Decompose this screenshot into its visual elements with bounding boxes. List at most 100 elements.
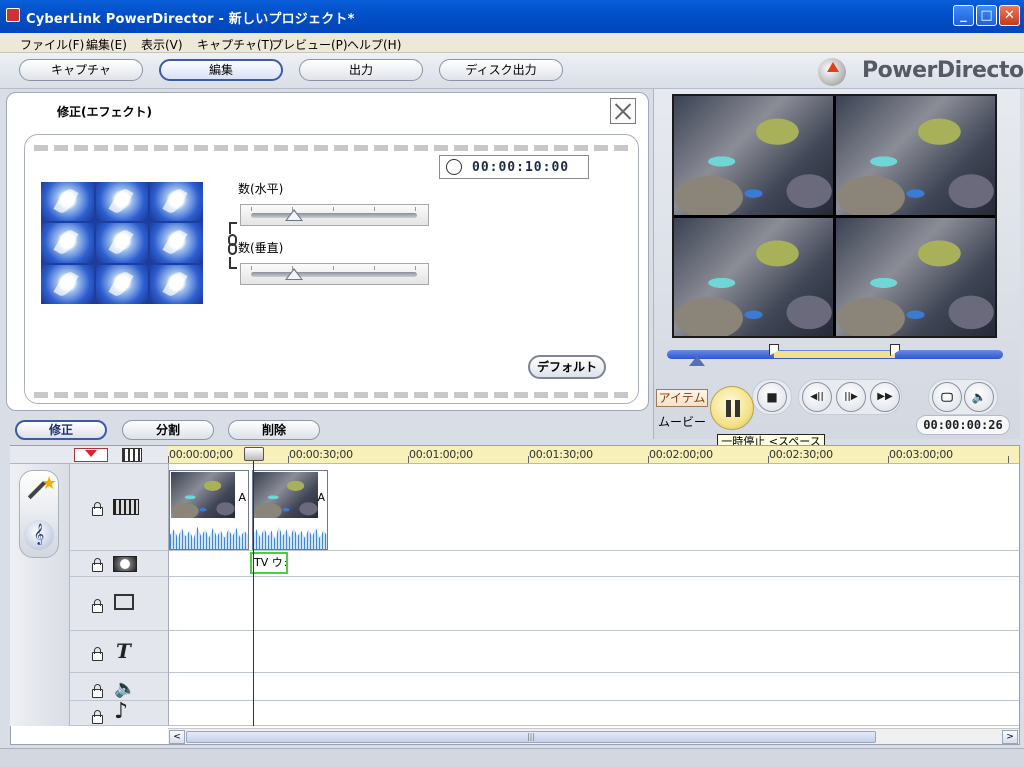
preview-frame bbox=[674, 96, 833, 215]
stop-button[interactable]: ■ bbox=[757, 382, 787, 412]
lock-icon[interactable] bbox=[92, 684, 103, 698]
menu-help[interactable]: ヘルプ(H) bbox=[347, 36, 401, 53]
playhead-handle[interactable] bbox=[244, 447, 264, 461]
fast-forward-button[interactable]: ▶▶ bbox=[870, 382, 900, 412]
minimize-button[interactable]: _ bbox=[953, 5, 974, 26]
divider bbox=[34, 392, 630, 398]
effect-panel-title: 修正(エフェクト) bbox=[57, 105, 152, 119]
chain-link-icon[interactable] bbox=[226, 228, 238, 264]
brand-logo-text: PowerDirector bbox=[862, 58, 1024, 83]
lock-icon[interactable] bbox=[92, 558, 103, 572]
ruler-label: 00:01:30;00 bbox=[529, 448, 593, 461]
audio-waveform bbox=[170, 526, 248, 549]
delete-button[interactable]: 削除 bbox=[228, 420, 320, 440]
maximize-button[interactable]: □ bbox=[976, 5, 997, 26]
mode-output-button[interactable]: 出力 bbox=[299, 59, 423, 81]
divider bbox=[34, 145, 630, 151]
window-title: CyberLink PowerDirector - 新しいプロジェクト* bbox=[26, 12, 355, 27]
ruler-label: 00:00:00;00 bbox=[169, 448, 233, 461]
monitor-button[interactable]: 🖵 bbox=[932, 382, 962, 412]
magic-wand-icon[interactable]: ★ bbox=[24, 475, 57, 509]
lock-icon[interactable] bbox=[92, 502, 103, 516]
slider-thumb[interactable] bbox=[285, 268, 304, 280]
title-bar: CyberLink PowerDirector - 新しいプロジェクト* _ □… bbox=[0, 0, 1024, 33]
effect-clip[interactable]: TV ウォ bbox=[250, 552, 288, 574]
scroll-left-button[interactable]: < bbox=[169, 730, 185, 744]
clip-thumbnail bbox=[171, 472, 235, 518]
status-bar bbox=[0, 748, 1024, 767]
effect-duration-value: 00:00:10:00 bbox=[472, 160, 570, 175]
snap-marker-icon[interactable] bbox=[74, 448, 108, 462]
close-effect-button[interactable] bbox=[610, 98, 636, 124]
previous-frame-button[interactable]: ◀|| bbox=[802, 382, 832, 412]
ruler-label: 00:02:30;00 bbox=[769, 448, 833, 461]
scroll-right-button[interactable]: > bbox=[1002, 730, 1018, 744]
app-icon bbox=[6, 8, 20, 22]
menu-preview[interactable]: プレビュー(P) bbox=[271, 36, 348, 53]
title-text-icon: T bbox=[116, 639, 131, 663]
scrubber-thumb[interactable] bbox=[689, 356, 705, 366]
menu-file[interactable]: ファイル(F) bbox=[20, 36, 84, 53]
horizontal-count-label: 数(水平) bbox=[238, 182, 284, 196]
lock-icon[interactable] bbox=[92, 647, 103, 661]
vertical-count-slider[interactable] bbox=[240, 263, 429, 285]
menu-view[interactable]: 表示(V) bbox=[141, 36, 183, 53]
ruler-label: 00:00:30;00 bbox=[289, 448, 353, 461]
ruler-label: 00:03:00;00 bbox=[889, 448, 953, 461]
vertical-count-label: 数(垂直) bbox=[238, 241, 284, 255]
effect-icon bbox=[113, 556, 137, 572]
effect-track bbox=[70, 551, 1019, 577]
title-track bbox=[70, 631, 1019, 673]
preview-screen bbox=[672, 94, 997, 338]
movie-mode-button[interactable]: ムービー bbox=[656, 414, 708, 432]
clock-icon bbox=[446, 159, 462, 175]
default-button[interactable]: デフォルト bbox=[528, 355, 606, 379]
slider-thumb[interactable] bbox=[285, 209, 304, 221]
video-clip[interactable]: A bbox=[169, 470, 249, 550]
menu-edit[interactable]: 編集(E) bbox=[86, 36, 127, 53]
close-window-button[interactable]: ✕ bbox=[999, 5, 1020, 26]
monitor-icon bbox=[114, 594, 134, 610]
time-ruler[interactable]: 00:00:00;00 00:00:30;00 00:01:00;00 00:0… bbox=[168, 446, 1019, 464]
voice-track bbox=[70, 673, 1019, 701]
music-note-icon[interactable]: 𝄞 bbox=[24, 520, 54, 550]
horizontal-count-slider[interactable] bbox=[240, 204, 429, 226]
clip-thumbnail bbox=[254, 472, 318, 518]
lock-icon[interactable] bbox=[92, 710, 103, 724]
film-icon bbox=[113, 499, 139, 515]
ruler-label: 00:01:00;00 bbox=[409, 448, 473, 461]
scroll-thumb[interactable]: ||| bbox=[186, 731, 876, 743]
clip-label: A bbox=[238, 491, 246, 504]
clip-label: A bbox=[317, 491, 325, 504]
menu-bar: ファイル(F) 編集(E) 表示(V) キャプチャ(T) プレビュー(P) ヘル… bbox=[0, 33, 1024, 53]
video-clip[interactable]: A bbox=[252, 470, 328, 550]
playhead-line bbox=[253, 456, 254, 726]
timeline-scrollbar[interactable]: < ||| > bbox=[168, 728, 1019, 744]
scrubber-selected-range bbox=[774, 351, 895, 358]
mode-edit-button[interactable]: 編集 bbox=[159, 59, 283, 81]
split-button[interactable]: 分割 bbox=[122, 420, 214, 440]
brand-logo-icon bbox=[818, 58, 846, 86]
menu-capture[interactable]: キャプチャ(T) bbox=[197, 36, 274, 53]
preview-timecode: 00:00:00:26 bbox=[916, 415, 1010, 435]
lock-icon[interactable] bbox=[92, 599, 103, 613]
mode-capture-button[interactable]: キャプチャ bbox=[19, 59, 143, 81]
effect-preview-thumbnail bbox=[41, 182, 203, 304]
pip-track bbox=[70, 577, 1019, 631]
effect-duration-field[interactable]: 00:00:10:00 bbox=[439, 155, 589, 179]
preview-frame bbox=[674, 217, 833, 336]
modify-button[interactable]: 修正 bbox=[15, 420, 107, 440]
audio-waveform bbox=[253, 526, 327, 549]
item-mode-button[interactable]: アイテム bbox=[656, 389, 708, 407]
speaker-icon: 🔈 bbox=[114, 678, 137, 699]
preview-frame bbox=[836, 96, 995, 215]
pause-button[interactable] bbox=[710, 386, 754, 430]
music-icon: ♪ bbox=[114, 699, 129, 724]
ruler-label: 00:02:00;00 bbox=[649, 448, 713, 461]
mode-bar: キャプチャ 編集 出力 ディスク出力 PowerDirector bbox=[0, 53, 1024, 89]
volume-button[interactable]: 🔈 bbox=[964, 382, 994, 412]
music-track bbox=[70, 701, 1019, 726]
mode-disc-button[interactable]: ディスク出力 bbox=[439, 59, 563, 81]
next-frame-button[interactable]: ||▶ bbox=[836, 382, 866, 412]
storyboard-view-icon[interactable] bbox=[122, 448, 142, 462]
